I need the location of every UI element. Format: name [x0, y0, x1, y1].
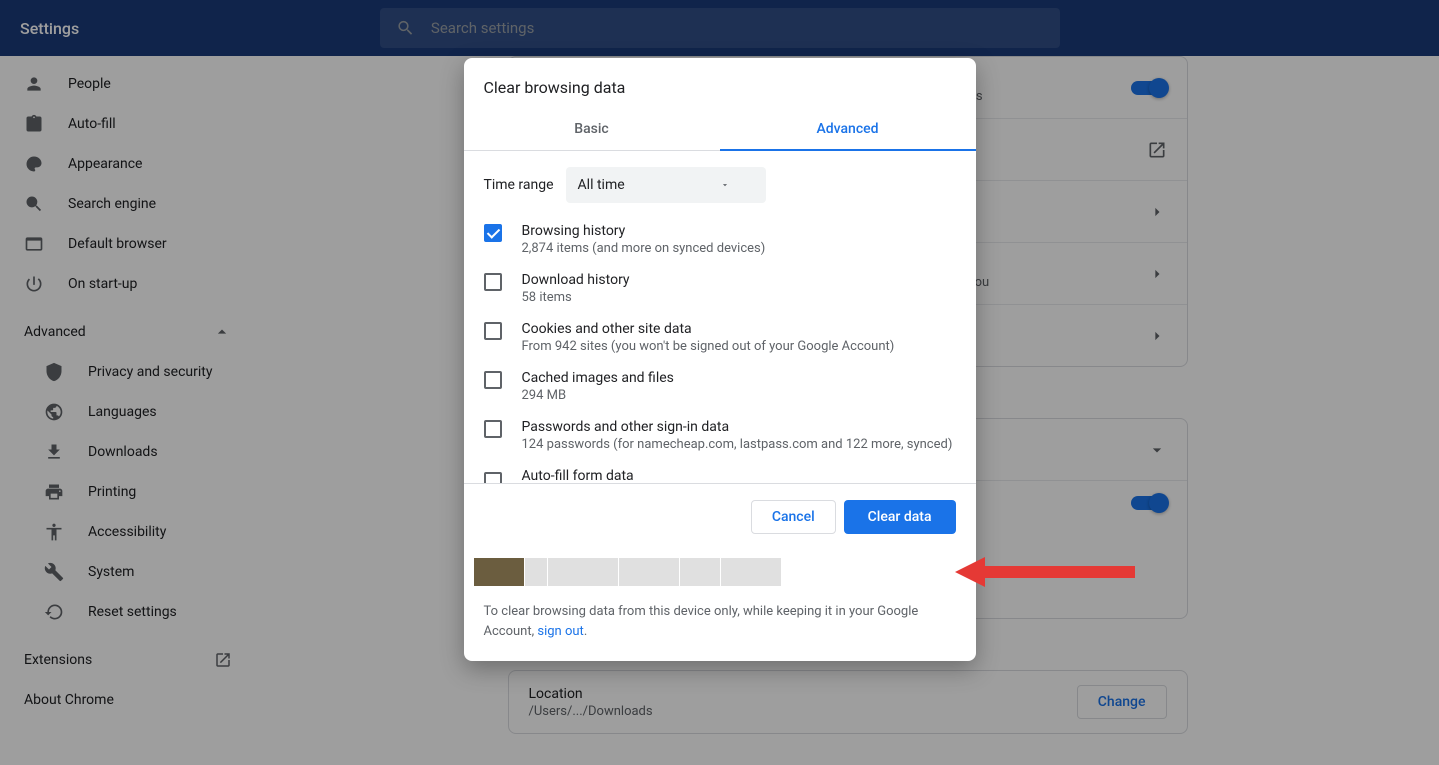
chevron-down-icon: [720, 180, 730, 190]
redacted-account-row: [464, 558, 976, 586]
checkbox-icon[interactable]: [484, 224, 502, 242]
cancel-button[interactable]: Cancel: [751, 500, 836, 534]
select-value: All time: [578, 177, 625, 193]
checkbox-icon[interactable]: [484, 273, 502, 291]
check-cookies[interactable]: Cookies and other site data From 942 site…: [484, 313, 956, 362]
clear-data-button[interactable]: Clear data: [844, 500, 956, 534]
check-sub: From 942 sites (you won't be signed out …: [522, 339, 895, 354]
dialog-tabs: Basic Advanced: [464, 109, 976, 151]
check-title: Download history: [522, 272, 630, 288]
time-range-label: Time range: [484, 177, 554, 193]
check-sub: 294 MB: [522, 388, 674, 403]
time-range-select[interactable]: All time: [566, 167, 766, 203]
dialog-title: Clear browsing data: [464, 58, 976, 109]
checkbox-icon[interactable]: [484, 420, 502, 438]
check-title: Auto-fill form data: [522, 468, 634, 483]
check-title: Browsing history: [522, 223, 766, 239]
checkbox-icon[interactable]: [484, 371, 502, 389]
tab-basic[interactable]: Basic: [464, 109, 720, 150]
check-browsing-history[interactable]: Browsing history 2,874 items (and more on…: [484, 215, 956, 264]
check-download-history[interactable]: Download history 58 items: [484, 264, 956, 313]
check-sub: 124 passwords (for namecheap.com, lastpa…: [522, 437, 953, 452]
clear-data-dialog: Clear browsing data Basic Advanced Time …: [464, 58, 976, 661]
checkbox-icon[interactable]: [484, 472, 502, 483]
check-passwords[interactable]: Passwords and other sign-in data 124 pass…: [484, 411, 956, 460]
checkbox-icon[interactable]: [484, 322, 502, 340]
check-title: Cached images and files: [522, 370, 674, 386]
check-sub: 2,874 items (and more on synced devices): [522, 241, 766, 256]
time-range-row: Time range All time: [484, 167, 956, 203]
tab-advanced[interactable]: Advanced: [720, 109, 976, 151]
dialog-note: To clear browsing data from this device …: [464, 586, 976, 661]
check-cache[interactable]: Cached images and files 294 MB: [484, 362, 956, 411]
check-title: Passwords and other sign-in data: [522, 419, 953, 435]
check-sub: 58 items: [522, 290, 630, 305]
check-title: Cookies and other site data: [522, 321, 895, 337]
sign-out-link[interactable]: sign out: [537, 624, 583, 639]
check-autofill[interactable]: Auto-fill form data: [484, 460, 956, 483]
dialog-footer: Cancel Clear data: [464, 483, 976, 550]
